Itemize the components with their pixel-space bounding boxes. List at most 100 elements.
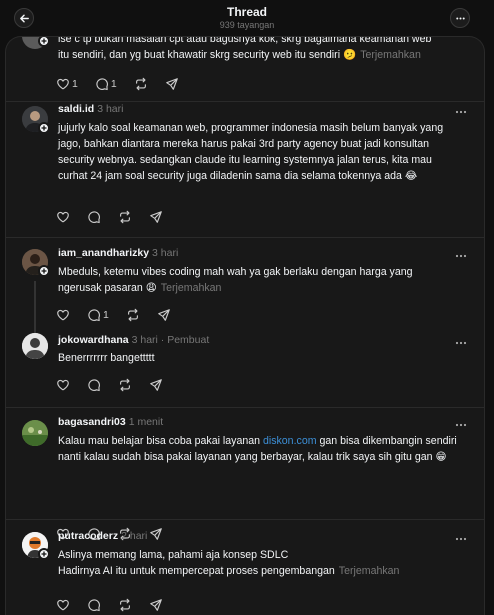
send-icon	[165, 78, 178, 90]
reply-button[interactable]: 1	[95, 76, 117, 92]
share-button[interactable]	[149, 526, 163, 542]
repost-button[interactable]	[118, 377, 132, 393]
post-text: Mbeduls, ketemu vibes coding mah wah ya …	[58, 266, 413, 294]
username[interactable]: saldi.id	[58, 103, 94, 115]
top-bar: Thread 939 tayangan	[0, 0, 494, 36]
follow-plus-icon[interactable]	[38, 548, 50, 560]
heart-icon	[57, 599, 69, 611]
follow-plus-icon[interactable]	[38, 37, 50, 47]
like-button[interactable]	[56, 377, 70, 393]
avatar[interactable]	[22, 420, 48, 446]
avatar-photo	[22, 333, 48, 359]
send-icon	[150, 211, 162, 223]
follow-plus-icon[interactable]	[38, 122, 50, 134]
thread-panel: ise c tp bukan masalah cpt atau bagusnya…	[5, 36, 485, 615]
repost-button[interactable]	[134, 76, 148, 92]
repost-icon	[135, 77, 146, 91]
heart-icon	[57, 78, 69, 90]
divider	[6, 101, 484, 102]
share-button[interactable]	[157, 307, 171, 323]
repost-icon	[120, 598, 130, 612]
post-more-button[interactable]	[454, 251, 468, 261]
translate-link[interactable]: Terjemahkan	[161, 282, 222, 294]
post-more-button[interactable]	[454, 420, 468, 430]
like-button[interactable]: 1	[56, 76, 78, 92]
post-text: Kalau mau belajar bisa coba pakai layana…	[58, 435, 457, 463]
post-more-button[interactable]	[454, 534, 468, 544]
like-button[interactable]	[56, 307, 70, 323]
post-actions	[56, 377, 180, 393]
username[interactable]: iam_anandharizky	[58, 247, 149, 259]
share-button[interactable]	[165, 76, 179, 92]
repost-button[interactable]	[118, 209, 132, 225]
avatar-photo	[22, 420, 48, 446]
like-count: 1	[72, 78, 78, 90]
heart-icon	[57, 379, 69, 391]
reply-button[interactable]: 1	[87, 307, 109, 323]
comment-icon	[88, 309, 100, 322]
timestamp: 1 menit	[128, 416, 164, 428]
heart-icon	[57, 309, 69, 321]
repost-button[interactable]	[118, 597, 132, 613]
comment-icon	[88, 379, 100, 392]
post-header: iam_anandharizky 3 hari	[58, 247, 178, 259]
repost-icon	[120, 210, 130, 224]
author-tag: · Pembuat	[160, 334, 210, 346]
divider	[6, 237, 484, 238]
post-more-button[interactable]	[454, 338, 468, 348]
username[interactable]: putracoderz	[58, 530, 118, 542]
comment-icon	[88, 211, 100, 224]
reply-count: 1	[110, 78, 117, 90]
timestamp: 3 hari	[97, 103, 124, 115]
like-button[interactable]	[56, 597, 70, 613]
more-horizontal-icon	[455, 537, 467, 541]
more-horizontal-icon	[455, 16, 465, 20]
share-button[interactable]	[149, 597, 163, 613]
repost-icon	[120, 378, 130, 392]
post-header: saldi.id 3 hari	[58, 103, 123, 115]
more-horizontal-icon	[455, 423, 467, 427]
post-header: putracoderz 2 hari	[58, 530, 147, 542]
divider	[6, 407, 484, 408]
username[interactable]: jokowardhana	[58, 334, 129, 346]
repost-button[interactable]	[126, 307, 140, 323]
reply-button[interactable]	[87, 209, 101, 225]
timestamp: 3 hari	[131, 334, 158, 346]
send-icon	[150, 528, 162, 540]
reply-button[interactable]	[87, 597, 101, 613]
page-title: Thread	[226, 5, 267, 19]
divider	[6, 519, 484, 520]
post-text: jujurly kalo soal keamanan web, programm…	[58, 122, 444, 182]
post-header: bagasandri03 1 menit	[58, 416, 163, 428]
more-horizontal-icon	[455, 110, 467, 114]
post-actions: 1 1	[56, 76, 196, 92]
send-icon	[150, 379, 162, 391]
send-icon	[150, 599, 162, 611]
thread-line	[34, 281, 36, 338]
more-horizontal-icon	[455, 254, 467, 258]
share-button[interactable]	[149, 209, 163, 225]
timestamp: 2 hari	[121, 530, 148, 542]
share-button[interactable]	[149, 377, 163, 393]
reply-count: 1	[103, 309, 109, 321]
like-button[interactable]	[56, 209, 70, 225]
external-link[interactable]: diskon.com	[263, 435, 317, 447]
follow-plus-icon[interactable]	[38, 265, 50, 277]
post-text: Benerrrrrrr bangettttt	[58, 352, 155, 364]
reply-button[interactable]	[87, 377, 101, 393]
post-actions	[56, 597, 180, 613]
post-text: ise c tp bukan masalah cpt atau bagusnya…	[58, 36, 432, 61]
translate-link[interactable]: Terjemahkan	[339, 565, 400, 577]
post-header: jokowardhana 3 hari · Pembuat	[58, 334, 209, 346]
avatar[interactable]	[22, 333, 48, 359]
view-count: 939 tayangan	[219, 20, 275, 30]
username[interactable]: bagasandri03	[58, 416, 126, 428]
thread-menu-button[interactable]	[450, 8, 470, 28]
post-text: Aslinya memang lama, pahami aja konsep S…	[58, 549, 400, 577]
post-actions	[56, 209, 180, 225]
translate-link[interactable]: Terjemahkan	[360, 49, 421, 61]
heart-icon	[57, 211, 69, 223]
timestamp: 3 hari	[152, 247, 179, 259]
post-more-button[interactable]	[454, 107, 468, 117]
more-horizontal-icon	[455, 341, 467, 345]
